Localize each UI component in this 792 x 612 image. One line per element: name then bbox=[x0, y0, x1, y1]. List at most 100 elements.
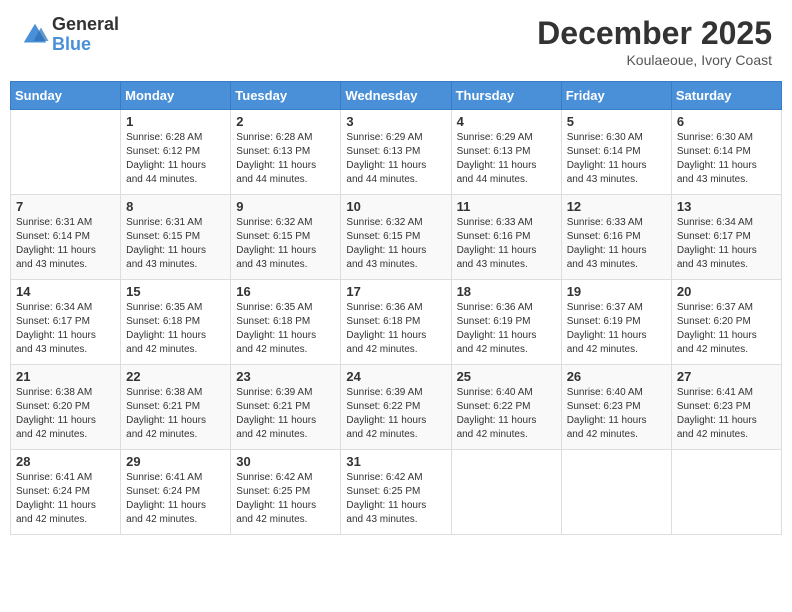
day-number: 21 bbox=[16, 369, 115, 384]
calendar-day-cell bbox=[451, 450, 561, 535]
day-number: 11 bbox=[457, 199, 556, 214]
calendar-day-cell: 10Sunrise: 6:32 AMSunset: 6:15 PMDayligh… bbox=[341, 195, 451, 280]
calendar-day-cell: 12Sunrise: 6:33 AMSunset: 6:16 PMDayligh… bbox=[561, 195, 671, 280]
day-info: Sunrise: 6:34 AMSunset: 6:17 PMDaylight:… bbox=[16, 301, 115, 357]
day-number: 26 bbox=[567, 369, 666, 384]
day-number: 9 bbox=[236, 199, 335, 214]
day-of-week-header: Tuesday bbox=[231, 82, 341, 110]
day-info: Sunrise: 6:35 AMSunset: 6:18 PMDaylight:… bbox=[126, 301, 225, 357]
calendar-day-cell: 4Sunrise: 6:29 AMSunset: 6:13 PMDaylight… bbox=[451, 110, 561, 195]
day-info: Sunrise: 6:36 AMSunset: 6:18 PMDaylight:… bbox=[346, 301, 445, 357]
calendar-header-row: SundayMondayTuesdayWednesdayThursdayFrid… bbox=[11, 82, 782, 110]
calendar-day-cell: 21 Sunrise: 6:38 AMSunset: 6:20 PMDayligh… bbox=[11, 365, 121, 450]
logo-blue-text: Blue bbox=[52, 35, 119, 55]
calendar-table: SundayMondayTuesdayWednesdayThursdayFrid… bbox=[10, 81, 782, 535]
day-info: Sunrise: 6:40 AMSunset: 6:22 PMDaylight:… bbox=[457, 386, 556, 442]
calendar-day-cell bbox=[561, 450, 671, 535]
title-block: December 2025 Koulaeoue, Ivory Coast bbox=[537, 15, 772, 68]
day-number: 17 bbox=[346, 284, 445, 299]
day-of-week-header: Monday bbox=[121, 82, 231, 110]
day-number: 6 bbox=[677, 114, 776, 129]
day-info: Sunrise: 6:34 AMSunset: 6:17 PMDaylight:… bbox=[677, 216, 776, 272]
day-number: 5 bbox=[567, 114, 666, 129]
calendar-day-cell: 31 Sunrise: 6:42 AMSunset: 6:25 PMDayligh… bbox=[341, 450, 451, 535]
month-title: December 2025 bbox=[537, 15, 772, 52]
logo-text: General Blue bbox=[52, 15, 119, 55]
calendar-day-cell: 6 Sunrise: 6:30 AMSunset: 6:14 PMDaylight… bbox=[671, 110, 781, 195]
calendar-day-cell: 19 Sunrise: 6:37 AMSunset: 6:19 PMDayligh… bbox=[561, 280, 671, 365]
day-number: 4 bbox=[457, 114, 556, 129]
day-number: 8 bbox=[126, 199, 225, 214]
day-number: 28 bbox=[16, 454, 115, 469]
calendar-day-cell: 25 Sunrise: 6:40 AMSunset: 6:22 PMDayligh… bbox=[451, 365, 561, 450]
calendar-day-cell bbox=[11, 110, 121, 195]
logo-icon bbox=[20, 20, 50, 50]
logo: General Blue bbox=[20, 15, 119, 55]
day-info: Sunrise: 6:41 AMSunset: 6:24 PMDaylight:… bbox=[16, 471, 115, 527]
logo-general-text: General bbox=[52, 15, 119, 35]
day-number: 30 bbox=[236, 454, 335, 469]
calendar-day-cell: 11 Sunrise: 6:33 AMSunset: 6:16 PMDayligh… bbox=[451, 195, 561, 280]
calendar-day-cell: 29 Sunrise: 6:41 AMSunset: 6:24 PMDayligh… bbox=[121, 450, 231, 535]
day-number: 1 bbox=[126, 114, 225, 129]
day-info: Sunrise: 6:38 AMSunset: 6:21 PMDaylight:… bbox=[126, 386, 225, 442]
day-info: Sunrise: 6:35 AMSunset: 6:18 PMDaylight:… bbox=[236, 301, 335, 357]
day-number: 23 bbox=[236, 369, 335, 384]
calendar-day-cell: 14 Sunrise: 6:34 AMSunset: 6:17 PMDayligh… bbox=[11, 280, 121, 365]
calendar-day-cell: 1 Sunrise: 6:28 AMSunset: 6:12 PMDaylight… bbox=[121, 110, 231, 195]
day-number: 13 bbox=[677, 199, 776, 214]
calendar-day-cell: 20 Sunrise: 6:37 AMSunset: 6:20 PMDayligh… bbox=[671, 280, 781, 365]
day-info: Sunrise: 6:28 AMSunset: 6:12 PMDaylight:… bbox=[126, 131, 225, 187]
day-info: Sunrise: 6:31 AMSunset: 6:15 PMDaylight:… bbox=[126, 216, 225, 272]
day-info: Sunrise: 6:29 AMSunset: 6:13 PMDaylight:… bbox=[346, 131, 445, 187]
calendar-day-cell: 13 Sunrise: 6:34 AMSunset: 6:17 PMDayligh… bbox=[671, 195, 781, 280]
calendar-day-cell: 27Sunrise: 6:41 AMSunset: 6:23 PMDayligh… bbox=[671, 365, 781, 450]
calendar-day-cell: 3 Sunrise: 6:29 AMSunset: 6:13 PMDaylight… bbox=[341, 110, 451, 195]
day-info: Sunrise: 6:42 AMSunset: 6:25 PMDaylight:… bbox=[236, 471, 335, 527]
calendar-week-row: 7 Sunrise: 6:31 AMSunset: 6:14 PMDaylight… bbox=[11, 195, 782, 280]
day-info: Sunrise: 6:37 AMSunset: 6:19 PMDaylight:… bbox=[567, 301, 666, 357]
day-number: 3 bbox=[346, 114, 445, 129]
day-number: 18 bbox=[457, 284, 556, 299]
calendar-week-row: 28 Sunrise: 6:41 AMSunset: 6:24 PMDayligh… bbox=[11, 450, 782, 535]
day-number: 29 bbox=[126, 454, 225, 469]
day-number: 25 bbox=[457, 369, 556, 384]
day-number: 19 bbox=[567, 284, 666, 299]
day-number: 20 bbox=[677, 284, 776, 299]
calendar-day-cell: 26 Sunrise: 6:40 AMSunset: 6:23 PMDayligh… bbox=[561, 365, 671, 450]
day-info: Sunrise: 6:28 AMSunset: 6:13 PMDaylight:… bbox=[236, 131, 335, 187]
day-number: 24 bbox=[346, 369, 445, 384]
day-info: Sunrise: 6:37 AMSunset: 6:20 PMDaylight:… bbox=[677, 301, 776, 357]
calendar-day-cell: 8 Sunrise: 6:31 AMSunset: 6:15 PMDaylight… bbox=[121, 195, 231, 280]
calendar-day-cell: 22 Sunrise: 6:38 AMSunset: 6:21 PMDayligh… bbox=[121, 365, 231, 450]
calendar-week-row: 1 Sunrise: 6:28 AMSunset: 6:12 PMDaylight… bbox=[11, 110, 782, 195]
calendar-day-cell: 24Sunrise: 6:39 AMSunset: 6:22 PMDayligh… bbox=[341, 365, 451, 450]
day-of-week-header: Wednesday bbox=[341, 82, 451, 110]
day-info: Sunrise: 6:40 AMSunset: 6:23 PMDaylight:… bbox=[567, 386, 666, 442]
day-number: 16 bbox=[236, 284, 335, 299]
day-of-week-header: Thursday bbox=[451, 82, 561, 110]
day-number: 10 bbox=[346, 199, 445, 214]
calendar-day-cell: 15 Sunrise: 6:35 AMSunset: 6:18 PMDayligh… bbox=[121, 280, 231, 365]
day-info: Sunrise: 6:41 AMSunset: 6:24 PMDaylight:… bbox=[126, 471, 225, 527]
day-info: Sunrise: 6:32 AMSunset: 6:15 PMDaylight:… bbox=[236, 216, 335, 272]
calendar-day-cell: 23 Sunrise: 6:39 AMSunset: 6:21 PMDayligh… bbox=[231, 365, 341, 450]
page-header: General Blue December 2025 Koulaeoue, Iv… bbox=[10, 10, 782, 73]
day-number: 15 bbox=[126, 284, 225, 299]
day-number: 27 bbox=[677, 369, 776, 384]
day-info: Sunrise: 6:42 AMSunset: 6:25 PMDaylight:… bbox=[346, 471, 445, 527]
day-number: 7 bbox=[16, 199, 115, 214]
day-number: 14 bbox=[16, 284, 115, 299]
day-of-week-header: Sunday bbox=[11, 82, 121, 110]
calendar-day-cell: 28 Sunrise: 6:41 AMSunset: 6:24 PMDayligh… bbox=[11, 450, 121, 535]
day-info: Sunrise: 6:39 AMSunset: 6:21 PMDaylight:… bbox=[236, 386, 335, 442]
calendar-day-cell: 5Sunrise: 6:30 AMSunset: 6:14 PMDaylight… bbox=[561, 110, 671, 195]
day-number: 31 bbox=[346, 454, 445, 469]
calendar-day-cell: 16 Sunrise: 6:35 AMSunset: 6:18 PMDayligh… bbox=[231, 280, 341, 365]
day-info: Sunrise: 6:30 AMSunset: 6:14 PMDaylight:… bbox=[677, 131, 776, 187]
day-number: 22 bbox=[126, 369, 225, 384]
day-of-week-header: Friday bbox=[561, 82, 671, 110]
day-info: Sunrise: 6:33 AMSunset: 6:16 PMDaylight:… bbox=[457, 216, 556, 272]
day-info: Sunrise: 6:31 AMSunset: 6:14 PMDaylight:… bbox=[16, 216, 115, 272]
day-info: Sunrise: 6:38 AMSunset: 6:20 PMDaylight:… bbox=[16, 386, 115, 442]
